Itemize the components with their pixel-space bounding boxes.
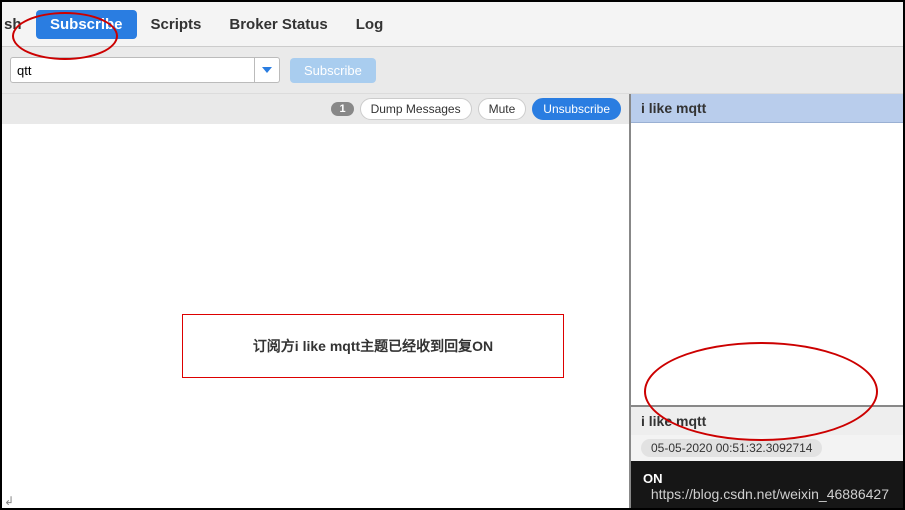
right-pane: i like mqtt i like mqtt 05-05-2020 00:51…: [631, 94, 903, 509]
subscribed-topic-row[interactable]: i like mqtt: [631, 94, 903, 123]
unsubscribe-button[interactable]: Unsubscribe: [532, 98, 621, 120]
tab-log[interactable]: Log: [342, 10, 398, 39]
subscribe-bar: Subscribe: [2, 47, 903, 94]
annotation-callout: 订阅方i like mqtt主题已经收到回复ON: [182, 314, 564, 378]
mute-button[interactable]: Mute: [478, 98, 527, 120]
tab-scripts[interactable]: Scripts: [137, 10, 216, 39]
app-window: sh Subscribe Scripts Broker Status Log S…: [0, 0, 905, 510]
message-canvas: 订阅方i like mqtt主题已经收到回复ON: [2, 124, 629, 509]
topic-toolbar: 1 Dump Messages Mute Unsubscribe: [2, 94, 629, 124]
return-marker: ↲: [4, 494, 14, 508]
left-pane: 1 Dump Messages Mute Unsubscribe 订阅方i li…: [2, 94, 631, 509]
message-payload: ON: [631, 461, 903, 509]
tab-publish-partial[interactable]: sh: [4, 10, 36, 39]
message-topic-label: i like mqtt: [631, 407, 903, 435]
chevron-down-icon: [262, 65, 272, 75]
topic-input[interactable]: [10, 57, 255, 83]
tab-subscribe[interactable]: Subscribe: [36, 10, 137, 39]
subscribe-button[interactable]: Subscribe: [290, 58, 376, 83]
message-count-badge: 1: [331, 102, 353, 116]
tab-broker-status[interactable]: Broker Status: [215, 10, 341, 39]
message-detail: i like mqtt 05-05-2020 00:51:32.3092714 …: [631, 405, 903, 509]
dump-messages-button[interactable]: Dump Messages: [360, 98, 472, 120]
message-timestamp-row: 05-05-2020 00:51:32.3092714: [631, 435, 903, 461]
tab-bar: sh Subscribe Scripts Broker Status Log: [2, 2, 903, 47]
main-split: 1 Dump Messages Mute Unsubscribe 订阅方i li…: [2, 94, 903, 509]
topic-dropdown-toggle[interactable]: [255, 57, 280, 83]
topic-combo: [10, 57, 280, 83]
right-spacer: [631, 123, 903, 405]
message-timestamp: 05-05-2020 00:51:32.3092714: [641, 439, 822, 457]
